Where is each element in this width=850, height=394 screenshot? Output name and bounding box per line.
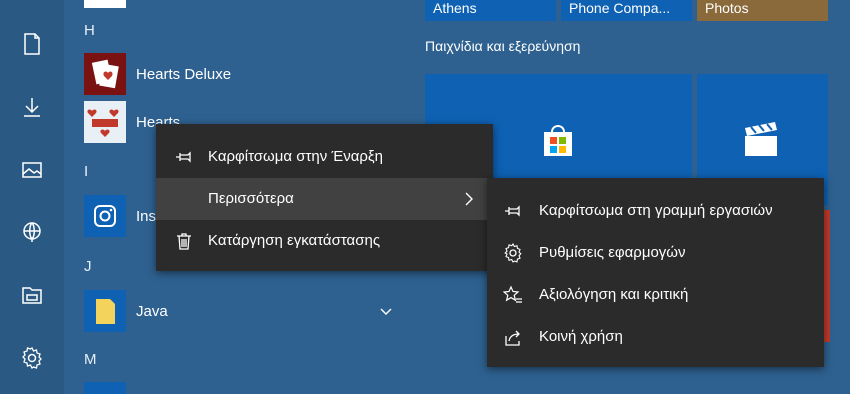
tile-athens[interactable]: Athens — [425, 0, 556, 21]
submenu: Καρφίτσωμα στη γραμμή εργασιών Ρυθμίσεις… — [487, 178, 824, 367]
menu-label-rate-review: Αξιολόγηση και κριτική — [539, 286, 689, 303]
download-icon[interactable] — [20, 95, 44, 119]
network-icon[interactable] — [20, 220, 44, 244]
tile-photos[interactable]: Photos — [697, 0, 828, 21]
instagram-icon — [84, 195, 126, 237]
menu-label-app-settings: Ρυθμίσεις εφαρμογών — [539, 244, 686, 261]
app-name-java[interactable]: Java — [136, 303, 168, 320]
tile-label-athens: Athens — [433, 0, 477, 16]
pin-icon — [503, 201, 523, 221]
tile-phone-companion[interactable]: Phone Compa... — [561, 0, 692, 21]
store-icon — [538, 120, 578, 160]
letter-header-j[interactable]: J — [84, 258, 92, 275]
pictures-icon[interactable] — [20, 158, 44, 182]
menu-label-pin-taskbar: Καρφίτσωμα στη γραμμή εργασιών — [539, 202, 773, 219]
app-name-hearts-deluxe[interactable]: Hearts Deluxe — [136, 66, 231, 83]
menu-item-rate-review[interactable]: Αξιολόγηση και κριτική — [487, 274, 824, 316]
clapperboard-icon — [741, 120, 781, 160]
section-title-games: Παιχνίδια και εξερεύνηση — [425, 38, 581, 54]
letter-header-i[interactable]: I — [84, 163, 88, 180]
menu-label-share: Κοινή χρήση — [539, 328, 623, 345]
menu-label-more: Περισσότερα — [208, 190, 294, 207]
app-name-instagram[interactable]: Ins — [136, 208, 156, 225]
letter-header-m[interactable]: M — [84, 351, 97, 368]
chevron-down-icon[interactable] — [380, 304, 392, 316]
start-left-rail — [0, 0, 64, 394]
menu-item-more[interactable]: Περισσότερα — [156, 178, 493, 220]
hearts-icon — [84, 101, 126, 143]
star-review-icon — [503, 285, 523, 305]
menu-item-share[interactable]: Κοινή χρήση — [487, 316, 824, 358]
java-folder-icon — [84, 290, 126, 332]
menu-item-pin-taskbar[interactable]: Καρφίτσωμα στη γραμμή εργασιών — [487, 190, 824, 232]
menu-item-uninstall[interactable]: Κατάργηση εγκατάστασης — [156, 220, 493, 262]
chevron-right-icon — [463, 191, 475, 207]
share-icon — [503, 327, 523, 347]
context-menu: Καρφίτσωμα στην Έναρξη Περισσότερα Κατάρ… — [156, 124, 493, 271]
tile-label-photos: Photos — [705, 0, 749, 16]
menu-item-app-settings[interactable]: Ρυθμίσεις εφαρμογών — [487, 232, 824, 274]
gear-icon[interactable] — [20, 346, 44, 370]
document-icon[interactable] — [20, 32, 44, 56]
menu-label-uninstall: Κατάργηση εγκατάστασης — [208, 232, 381, 249]
trash-icon — [174, 231, 194, 251]
menu-label-pin-start: Καρφίτσωμα στην Έναρξη — [208, 148, 383, 165]
next-app-tile — [84, 382, 126, 394]
pin-icon — [174, 147, 194, 167]
menu-item-pin-start[interactable]: Καρφίτσωμα στην Έναρξη — [156, 136, 493, 178]
gear-icon — [503, 243, 523, 263]
tile-label-phone-companion: Phone Compa... — [569, 0, 671, 16]
previous-app-tile — [84, 0, 126, 8]
letter-header-h[interactable]: H — [84, 22, 95, 39]
hearts-deluxe-icon — [84, 53, 126, 95]
file-explorer-icon[interactable] — [20, 283, 44, 307]
